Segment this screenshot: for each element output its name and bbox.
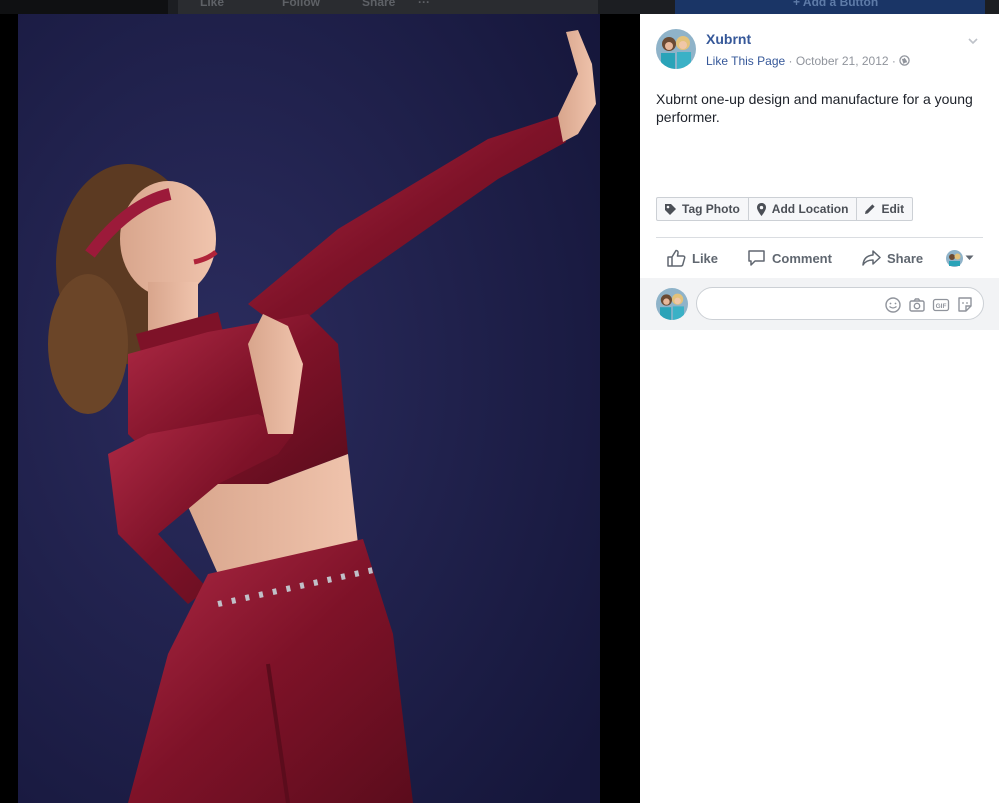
background-add-button: + Add a Button: [675, 0, 985, 14]
add-location-button[interactable]: Add Location: [747, 197, 858, 221]
post-caption: Xubrnt one-up design and manufacture for…: [656, 91, 973, 125]
commenter-avatar-image: [656, 288, 688, 320]
post-options-chevron-icon[interactable]: [966, 34, 980, 48]
share-button[interactable]: Share: [862, 244, 923, 272]
location-pin-icon: [756, 202, 766, 216]
background-add-button-label: + Add a Button: [793, 0, 879, 9]
pencil-icon: [865, 204, 876, 214]
photo-tools: Tag Photo Add Location Edit: [656, 197, 914, 221]
background-more-button: ···: [418, 0, 430, 9]
comment-button[interactable]: Comment: [747, 244, 832, 272]
tag-photo-label: Tag Photo: [682, 202, 740, 216]
like-button[interactable]: Like: [667, 244, 718, 272]
emoji-icon[interactable]: [884, 296, 902, 314]
share-label: Share: [887, 250, 924, 266]
post-as-avatar-icon: [946, 249, 963, 267]
photo-stage[interactable]: [0, 14, 640, 803]
edit-button[interactable]: Edit: [856, 197, 914, 221]
background-follow-button: Follow: [282, 0, 320, 9]
background-cover-image: [0, 0, 168, 14]
post-meta: Like This Page · October 21, 2012 ·: [706, 54, 910, 68]
post-actions: Like Comment Share: [656, 244, 983, 272]
sticker-icon[interactable]: [956, 296, 974, 314]
background-share-button: Share: [362, 0, 396, 9]
camera-icon[interactable]: [908, 296, 926, 314]
post-date[interactable]: October 21, 2012: [796, 54, 889, 68]
avatar-image: [656, 29, 696, 69]
like-page-link[interactable]: Like This Page: [706, 54, 785, 68]
like-label: Like: [692, 250, 719, 266]
meta-separator: ·: [785, 54, 796, 68]
thumbs-up-icon: [667, 249, 686, 267]
comment-label: Comment: [772, 250, 832, 266]
page-avatar[interactable]: [656, 29, 696, 69]
comment-input[interactable]: GIF: [696, 287, 984, 320]
share-arrow-icon: [862, 250, 881, 266]
tag-photo-button[interactable]: Tag Photo: [656, 197, 749, 221]
chevron-down-icon: [965, 255, 974, 260]
svg-text:GIF: GIF: [936, 303, 947, 310]
post-side-panel: Xubrnt Like This Page · October 21, 2012…: [640, 14, 999, 803]
post-photo[interactable]: [18, 14, 600, 803]
photo-illustration: [18, 14, 600, 803]
edit-label: Edit: [881, 202, 905, 216]
actions-divider: [656, 237, 983, 238]
add-location-label: Add Location: [771, 202, 849, 216]
post-as-selector[interactable]: [946, 244, 980, 272]
commenter-avatar: [656, 288, 688, 320]
comment-composer: GIF: [640, 278, 999, 330]
meta-separator-2: ·: [888, 54, 900, 68]
background-action-bar: Like Follow Share ···: [178, 0, 598, 14]
background-page-strip: Like Follow Share ··· + Add a Button: [0, 0, 999, 14]
tag-icon: [665, 203, 676, 215]
globe-icon[interactable]: [899, 55, 910, 66]
comment-bubble-icon: [748, 250, 765, 266]
page-name-link[interactable]: Xubrnt: [706, 31, 751, 47]
gif-icon[interactable]: GIF: [932, 296, 950, 314]
background-like-button: Like: [200, 0, 225, 9]
